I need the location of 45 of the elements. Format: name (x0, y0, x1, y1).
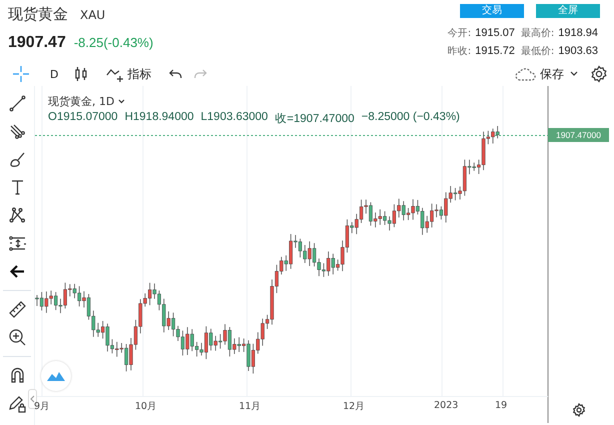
undo-icon[interactable] (169, 68, 184, 80)
current-price-label: 1907.47000 (548, 128, 609, 142)
save-button[interactable]: 保存 (540, 66, 564, 82)
cloud-icon[interactable] (515, 66, 537, 82)
instrument-name: 现货黄金 (8, 5, 68, 24)
measure-lines-icon[interactable] (8, 234, 26, 253)
last-price: 1907.47 (8, 34, 66, 52)
stat-label: 今开: (448, 27, 472, 40)
stat-value: 1918.94 (558, 27, 598, 39)
zoom-in-icon[interactable] (8, 328, 26, 347)
stat-label: 最高价: (520, 26, 554, 40)
caret-down-icon[interactable] (118, 99, 126, 104)
settings-icon[interactable] (572, 403, 586, 417)
ruler-icon[interactable] (8, 300, 26, 319)
interval-selector[interactable]: D (50, 68, 58, 80)
logo-badge (41, 361, 71, 391)
brush-icon[interactable] (8, 150, 26, 169)
ohlc-value: L1903.63000 (200, 111, 268, 125)
ohlc-value: −8.25000 (−0.43%) (361, 111, 460, 125)
pencil-lock-icon[interactable] (8, 394, 26, 413)
axis-label: 19 (495, 400, 508, 411)
ohlc-value: O1915.07000 (48, 111, 118, 125)
indicators-button[interactable]: 指标 (106, 66, 152, 82)
crosshair-icon[interactable] (12, 65, 30, 83)
price-change: -8.25(-0.43%) (74, 35, 154, 50)
legend-title[interactable]: 现货黄金, 1D (48, 94, 126, 109)
line-tool-icon[interactable] (8, 94, 26, 113)
ohlc-value: H1918.94000 (124, 111, 194, 125)
caret-down-icon[interactable] (570, 71, 578, 77)
ohlc-value: 收=1907.47000 (274, 112, 354, 126)
axis-label: 2023 (434, 400, 458, 411)
nodes-icon[interactable] (8, 206, 26, 225)
stat-value: 1903.63 (558, 45, 598, 57)
symbol-code: XAU (80, 8, 106, 22)
axis-label: 10月 (135, 400, 158, 413)
stat-value: 1915.07 (475, 27, 515, 39)
candlestick-icon[interactable] (74, 66, 88, 82)
axis-label: 12月 (343, 400, 366, 413)
stat-value: 1915.72 (475, 45, 515, 57)
settings-icon[interactable] (590, 65, 608, 83)
stat-label: 昨收: (448, 45, 472, 58)
stat-label: 最低价: (520, 45, 554, 58)
axis-label: 9月 (34, 400, 50, 413)
axis-label: 11月 (239, 400, 262, 413)
pitchfork-icon[interactable] (8, 122, 26, 141)
